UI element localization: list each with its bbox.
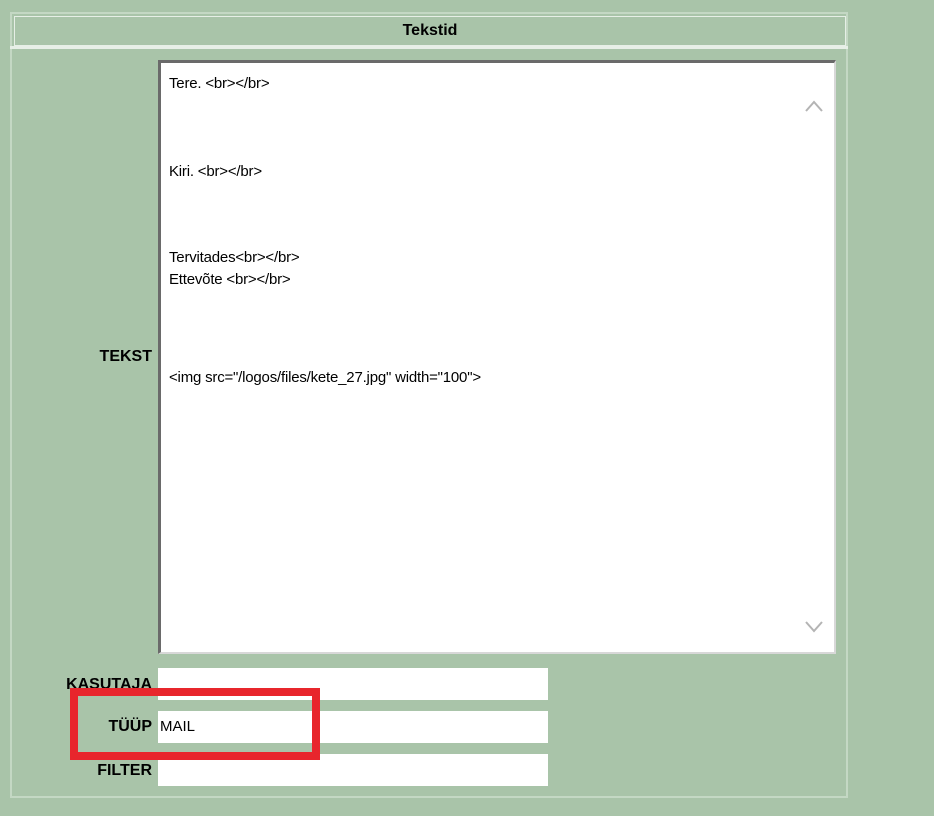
chevron-down-icon[interactable] [804,620,824,634]
tekst-line: Tervitades<br></br> [169,249,300,266]
panel-title: Tekstid [14,16,846,46]
tekst-line: Kiri. <br></br> [169,163,262,180]
header-divider [10,46,848,49]
filter-label: FILTER [97,762,152,779]
tekst-textarea[interactable]: Tere. <br></br> Kiri. <br></br> Tervitad… [158,60,836,654]
highlight-box [70,688,320,760]
tekst-line: Tere. <br></br> [169,75,270,92]
chevron-up-icon[interactable] [804,99,824,113]
tekst-label: TEKST [99,348,152,365]
tekst-line: Ettevõte <br></br> [169,271,291,288]
tekst-line: <img src="/logos/files/kete_27.jpg" widt… [169,369,481,386]
page: Tekstid TEKST Tere. <br></br> Kiri. <br>… [0,0,934,816]
